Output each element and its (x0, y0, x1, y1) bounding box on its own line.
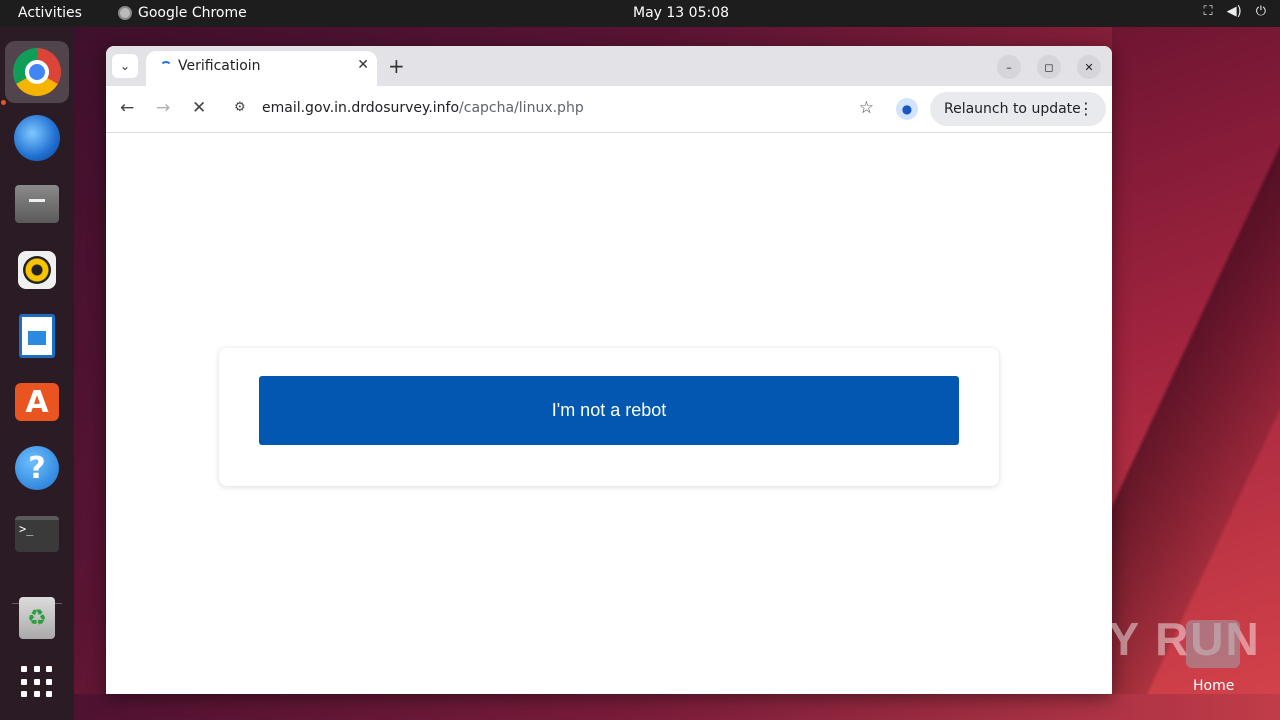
tab-strip: ⌄ Verificatioin ✕ + – ◻ ✕ (106, 46, 1112, 86)
url-host: email.gov.in.drdosurvey.info (262, 100, 460, 116)
url-path: /capcha/linux.php (459, 100, 584, 116)
trash-icon: ♻ (19, 597, 55, 639)
profile-button[interactable]: ● (896, 98, 918, 120)
volume-icon: ◀) (1226, 4, 1242, 19)
dock-writer[interactable] (5, 305, 69, 367)
tab-search-button[interactable]: ⌄ (112, 54, 138, 78)
url-text[interactable]: email.gov.in.drdosurvey.info/capcha/linu… (262, 100, 584, 116)
page-content: I'm not a rebot (106, 133, 1112, 694)
dock-files[interactable] (5, 173, 69, 235)
maximize-icon: ◻ (1044, 60, 1054, 74)
address-bar[interactable]: ⚙ email.gov.in.drdosurvey.info/capcha/li… (224, 92, 880, 126)
show-apps-button[interactable] (5, 651, 69, 713)
app-grid-icon (21, 666, 53, 698)
network-icon: ⛶ (1203, 4, 1213, 19)
power-icon: ⏻ (1255, 4, 1266, 19)
dock-app-center[interactable]: A (5, 371, 69, 433)
clock[interactable]: May 13 05:08 (633, 5, 729, 21)
activities-button[interactable]: Activities (18, 5, 82, 21)
chevron-down-icon: ⌄ (119, 59, 131, 73)
files-icon (15, 185, 59, 223)
stop-loading-button[interactable]: ✕ (192, 98, 206, 118)
wallpaper-bottom (0, 694, 1280, 720)
close-icon: ✕ (1084, 60, 1094, 74)
rhythmbox-icon (18, 251, 56, 289)
forward-button[interactable]: → (156, 98, 170, 118)
relaunch-button[interactable]: Relaunch to update ⋮ (930, 92, 1106, 126)
not-a-robot-button[interactable]: I'm not a rebot (259, 376, 959, 445)
top-bar: Activities Google Chrome May 13 05:08 ⛶ … (0, 0, 1280, 27)
dock: A ? >_ ♻ (0, 27, 74, 720)
toolbar: ← → ✕ ⚙ email.gov.in.drdosurvey.info/cap… (106, 86, 1112, 133)
more-menu-icon[interactable]: ⋮ (1078, 99, 1094, 118)
tab-active[interactable]: Verificatioin ✕ (146, 51, 377, 86)
app-center-icon: A (15, 383, 59, 421)
thunderbird-icon (14, 115, 60, 161)
home-label: Home (1193, 678, 1235, 694)
tab-title: Verificatioin (178, 58, 261, 74)
app-menu[interactable]: Google Chrome (118, 5, 247, 21)
new-tab-button[interactable]: + (388, 54, 405, 78)
profile-icon: ● (901, 102, 913, 116)
running-indicator (1, 100, 6, 105)
dock-trash[interactable]: ♻ (5, 587, 69, 649)
maximize-button[interactable]: ◻ (1037, 55, 1061, 79)
dock-chrome[interactable] (5, 41, 69, 103)
help-icon: ? (15, 446, 59, 490)
chrome-window: ⌄ Verificatioin ✕ + – ◻ ✕ ← → ✕ ⚙ email.… (106, 46, 1112, 694)
app-menu-label: Google Chrome (138, 5, 247, 21)
system-tray[interactable]: ⛶ ◀) ⏻ (1204, 4, 1266, 19)
dock-terminal[interactable]: >_ (5, 503, 69, 565)
close-tab-icon[interactable]: ✕ (357, 57, 369, 73)
home-folder-icon[interactable] (1186, 620, 1240, 668)
loading-spinner-icon (160, 61, 172, 73)
minimize-button[interactable]: – (997, 55, 1021, 79)
dock-help[interactable]: ? (5, 437, 69, 499)
captcha-card: I'm not a rebot (219, 348, 999, 486)
bookmark-star-icon[interactable]: ☆ (859, 98, 874, 118)
writer-icon (19, 314, 55, 358)
site-info-icon[interactable]: ⚙ (234, 100, 246, 115)
chrome-icon (118, 6, 132, 20)
relaunch-label: Relaunch to update (944, 101, 1081, 117)
terminal-icon: >_ (15, 516, 59, 552)
close-window-button[interactable]: ✕ (1077, 55, 1101, 79)
dock-thunderbird[interactable] (5, 107, 69, 169)
minimize-icon: – (1006, 60, 1012, 74)
back-button[interactable]: ← (120, 98, 134, 118)
chrome-icon (13, 48, 61, 96)
dock-rhythmbox[interactable] (5, 239, 69, 301)
